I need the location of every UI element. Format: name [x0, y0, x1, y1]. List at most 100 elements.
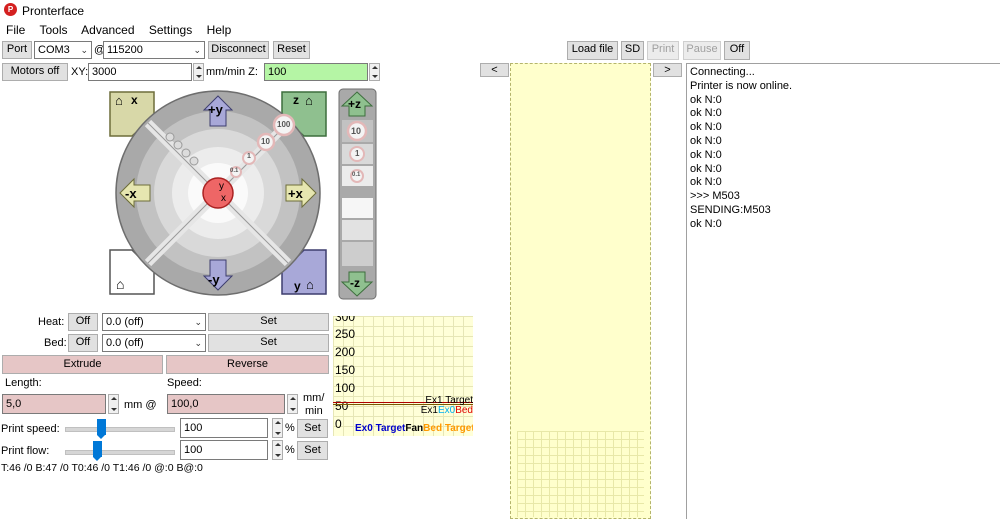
- log-line: ok N:0: [690, 148, 722, 161]
- heat-off-button[interactable]: Off: [68, 313, 98, 331]
- print-flow-spinner[interactable]: [272, 440, 283, 460]
- load-file-button[interactable]: Load file: [567, 41, 618, 60]
- z-step-1-down[interactable]: [342, 220, 373, 240]
- extrude-length-value: 5,0: [6, 398, 22, 410]
- distance-1-label: 1: [247, 153, 251, 160]
- z-step-10-down[interactable]: [342, 242, 373, 266]
- pause-button[interactable]: Pause: [683, 41, 721, 60]
- heat-temp-value: 0.0 (off): [106, 316, 144, 328]
- legend-ex0: Ex0: [437, 405, 456, 416]
- bed-off-button[interactable]: Off: [68, 334, 98, 352]
- chevron-down-icon: ⌄: [193, 45, 201, 55]
- print-speed-input[interactable]: 100: [180, 418, 268, 438]
- print-button[interactable]: Print: [647, 41, 679, 60]
- window-title: Pronterface: [22, 4, 85, 18]
- sd-button[interactable]: SD: [621, 41, 644, 60]
- legend-bed-target: Bed Target: [423, 423, 473, 434]
- extrude-length-spinner[interactable]: [108, 394, 119, 414]
- temperature-graph: 300 250 200 150 100 50 0 Ex1 Target Ex1E…: [333, 316, 473, 436]
- z-1-label: 1: [355, 149, 360, 158]
- legend-bed: Bed: [455, 405, 473, 416]
- print-speed-slider-thumb[interactable]: [96, 419, 106, 439]
- menu-file[interactable]: File: [6, 23, 25, 37]
- log-line: SENDING:M503: [690, 203, 771, 216]
- baud-select-value: 115200: [107, 44, 143, 56]
- print-flow-set-button[interactable]: Set: [297, 441, 328, 460]
- heat-label: Heat:: [38, 316, 65, 328]
- home-icon: ⌂: [306, 277, 314, 292]
- z-jog-control[interactable]: [338, 88, 378, 300]
- print-speed-label: Print speed:: [1, 423, 60, 435]
- print-speed-spinner[interactable]: [272, 418, 283, 438]
- home-z-label: z: [293, 93, 299, 107]
- home-icon: ⌂: [305, 93, 313, 108]
- print-speed-set-button[interactable]: Set: [297, 419, 328, 438]
- port-select-value: COM3: [38, 44, 70, 56]
- mm-at-label: mm @: [124, 399, 157, 411]
- log-line: ok N:0: [690, 93, 722, 106]
- motors-off-button[interactable]: Motors off: [2, 63, 68, 81]
- heat-set-button[interactable]: Set: [208, 313, 329, 331]
- xy-feed-label: XY:: [71, 66, 89, 78]
- minus-y-label: -y: [208, 272, 220, 287]
- disconnect-button[interactable]: Disconnect: [208, 41, 269, 59]
- extrude-speed-value: 100,0: [171, 398, 199, 410]
- mm-unit-label: mm/: [303, 392, 325, 404]
- port-select[interactable]: COM3 ⌄: [34, 41, 92, 59]
- extrude-speed-spinner[interactable]: [287, 394, 298, 414]
- z-feedrate-spinner[interactable]: [369, 63, 380, 81]
- baud-select[interactable]: 115200 ⌄: [103, 41, 205, 59]
- collapse-left-button[interactable]: <: [480, 63, 509, 77]
- legend-row-3: Ex0 TargetFanBed Target: [355, 423, 473, 434]
- xy-feedrate-spinner[interactable]: [193, 63, 204, 81]
- min-unit-label: min: [305, 405, 323, 417]
- bed-set-button[interactable]: Set: [208, 334, 329, 352]
- length-label: Length:: [5, 377, 42, 389]
- distance-100-label: 100: [277, 120, 291, 129]
- print-speed-slider[interactable]: [65, 427, 175, 432]
- center-xy-button[interactable]: [202, 177, 234, 209]
- print-flow-input[interactable]: 100: [180, 440, 268, 460]
- extrude-length-input[interactable]: 5,0: [2, 394, 106, 414]
- status-line: T:46 /0 B:47 /0 T0:46 /0 T1:46 /0 @:0 B@…: [1, 462, 203, 474]
- print-bed-view[interactable]: [510, 63, 651, 519]
- console-log[interactable]: Connecting... Printer is now online. ok …: [686, 63, 1000, 519]
- log-line: ok N:0: [690, 176, 722, 189]
- z-step-01-down[interactable]: [342, 198, 373, 218]
- off-button[interactable]: Off: [724, 41, 750, 60]
- legend-ex1: Ex1: [420, 405, 438, 416]
- menu-tools[interactable]: Tools: [39, 23, 67, 37]
- chevron-down-icon: ⌄: [194, 338, 202, 348]
- legend-ex0-target: Ex0 Target: [355, 423, 406, 434]
- extrude-speed-input[interactable]: 100,0: [167, 394, 285, 414]
- legend-row-2: Ex1Ex0Bed: [421, 405, 473, 416]
- print-flow-slider-thumb[interactable]: [92, 441, 102, 461]
- minus-x-label: -x: [125, 186, 137, 201]
- menu-settings[interactable]: Settings: [149, 23, 192, 37]
- xy-feedrate-input[interactable]: 3000: [88, 63, 192, 81]
- menu-advanced[interactable]: Advanced: [81, 23, 134, 37]
- log-line: ok N:0: [690, 134, 722, 147]
- plus-z-label: +z: [348, 97, 362, 111]
- collapse-right-button[interactable]: >: [653, 63, 682, 77]
- z-feedrate-input[interactable]: 100: [264, 63, 368, 81]
- z-01-label: 0.1: [352, 172, 361, 178]
- port-button[interactable]: Port: [2, 41, 32, 59]
- print-speed-percent: %: [285, 422, 295, 434]
- plus-y-label: +y: [208, 102, 223, 117]
- home-x-label: x: [131, 93, 138, 107]
- menu-bar: File Tools Advanced Settings Help: [6, 23, 242, 37]
- graph-tick-300: 300: [335, 316, 356, 324]
- plus-x-label: +x: [288, 186, 303, 201]
- reverse-button[interactable]: Reverse: [166, 355, 329, 374]
- extrude-button[interactable]: Extrude: [2, 355, 163, 374]
- bed-temp-select[interactable]: 0.0 (off) ⌄: [102, 334, 206, 352]
- build-plate-grid: [517, 431, 644, 517]
- print-flow-slider[interactable]: [65, 450, 175, 455]
- menu-help[interactable]: Help: [207, 23, 232, 37]
- reset-button[interactable]: Reset: [273, 41, 310, 59]
- heat-temp-select[interactable]: 0.0 (off) ⌄: [102, 313, 206, 331]
- graph-tick-200: 200: [335, 345, 356, 359]
- print-speed-value: 100: [184, 422, 203, 434]
- graph-tick-150: 150: [335, 363, 356, 377]
